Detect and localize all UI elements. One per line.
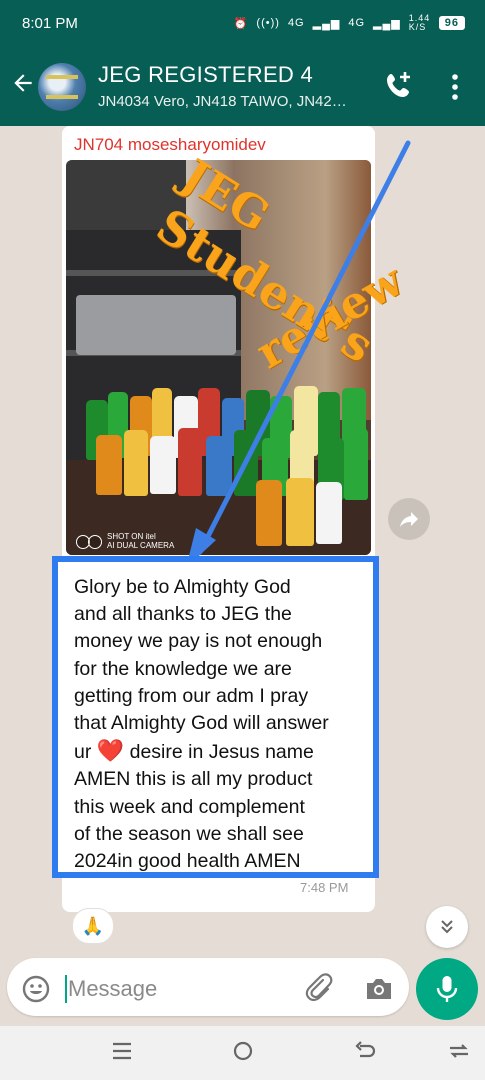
message-input[interactable] <box>68 968 288 1010</box>
recent-apps-icon[interactable] <box>112 1040 132 1062</box>
status-icons: ⏰ ((•)) 4G ▂▄▆ 4G ▂▄▆ 1.44 K/S 96 <box>234 14 465 32</box>
heart-emoji: ❤️ <box>96 738 125 764</box>
reaction-badge[interactable]: 🙏 <box>72 908 114 944</box>
camera-caption: SHOT ON itel AI DUAL CAMERA <box>76 532 174 550</box>
chat-participants[interactable]: JN4034 Vero, JN418 TAIWO, JN42… <box>98 93 347 110</box>
forward-icon <box>400 512 418 527</box>
message-timestamp: 7:48 PM <box>300 880 349 895</box>
photo-bottle <box>124 430 148 496</box>
signal-icon-2: ▂▄▆ <box>373 17 401 30</box>
double-chevron-down-icon <box>441 920 453 934</box>
message-line: that Almighty God will answer <box>74 712 329 735</box>
camera-icon[interactable] <box>364 975 394 1003</box>
status-time: 8:01 PM <box>22 15 78 32</box>
photo-bottle <box>316 482 342 544</box>
forward-button[interactable] <box>388 498 430 540</box>
photo-bottle <box>96 435 122 495</box>
photo-bottle <box>286 478 314 546</box>
back-nav-icon[interactable] <box>354 1040 376 1062</box>
chat-header: JEG REGISTERED 4 JN4034 Vero, JN418 TAIW… <box>0 48 485 126</box>
photo-bottle <box>344 428 368 500</box>
message-line: and all thanks to JEG the <box>74 603 292 626</box>
back-arrow-icon[interactable] <box>10 70 36 103</box>
network-indicator-1: 4G <box>287 17 305 29</box>
add-call-icon[interactable] <box>383 68 415 104</box>
status-bar: 8:01 PM ⏰ ((•)) 4G ▂▄▆ 4G ▂▄▆ 1.44 K/S 9… <box>0 0 485 48</box>
emoji-icon[interactable] <box>21 974 51 1004</box>
message-line: for the knowledge we are <box>74 657 292 680</box>
message-text[interactable]: Glory be to Almighty God and all thanks … <box>74 574 370 875</box>
home-icon[interactable] <box>232 1040 254 1062</box>
message-line: this week and complement <box>74 795 305 818</box>
message-line-text: ur <box>74 741 92 764</box>
message-line: of the season we shall see <box>74 822 304 845</box>
alarm-icon: ⏰ <box>233 17 249 30</box>
chat-title[interactable]: JEG REGISTERED 4 <box>98 62 313 88</box>
message-line: AMEN this is all my product <box>74 768 313 791</box>
camera-caption-text: SHOT ON itel AI DUAL CAMERA <box>107 532 175 550</box>
more-vert-icon[interactable] <box>446 72 464 102</box>
message-line: ur ❤️ desire in Jesus name <box>74 737 370 766</box>
message-line-text: desire in Jesus name <box>129 741 314 764</box>
photo-bottle <box>178 428 202 496</box>
signal-icon: ▂▄▆ <box>312 17 341 30</box>
voice-record-button[interactable] <box>416 958 478 1020</box>
keyboard-switch-icon[interactable] <box>447 1040 471 1062</box>
network-indicator-2: 4G <box>348 17 366 29</box>
hotspot-icon: ((•)) <box>256 17 280 29</box>
text-cursor <box>65 975 67 1003</box>
battery-indicator: 96 <box>438 16 465 30</box>
photo-bottle <box>150 436 176 494</box>
photo-stereo <box>76 295 236 355</box>
photo-bottle <box>206 436 232 496</box>
message-line: Glory be to Almighty God <box>74 576 291 598</box>
network-speed: 1.44 K/S <box>408 13 431 32</box>
group-avatar[interactable] <box>38 63 86 111</box>
microphone-icon <box>436 976 458 1002</box>
photo-bottle <box>256 480 282 546</box>
scroll-down-button[interactable] <box>426 906 468 948</box>
message-line: money we pay is not enough <box>74 630 323 653</box>
photo-bottle <box>234 430 258 496</box>
message-line: getting from our adm I pray <box>74 684 309 707</box>
message-line: 2024in good health AMEN <box>74 850 301 873</box>
sender-name[interactable]: JN704 mosesharyomidev <box>74 135 266 155</box>
attach-icon[interactable] <box>303 972 335 1004</box>
